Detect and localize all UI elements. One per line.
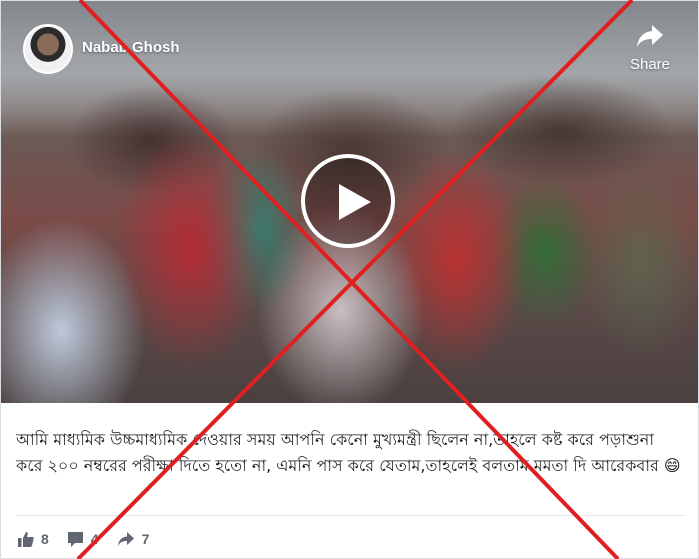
author-name[interactable]: Nabab Ghosh	[82, 39, 180, 56]
play-button[interactable]	[301, 154, 395, 248]
avatar[interactable]	[23, 24, 73, 74]
post-caption: আমি মাধ্যমিক উচ্চমাধ্যমিক দেওয়ার সময় আ…	[16, 430, 681, 475]
share-arrow-icon	[637, 25, 663, 47]
like-count-value: 8	[41, 531, 49, 547]
comment-icon	[67, 532, 83, 547]
share-count[interactable]: 7	[117, 531, 150, 547]
comment-count-value: 4	[90, 531, 99, 547]
comment-count[interactable]: 4	[67, 531, 99, 547]
share-label: Share	[629, 56, 671, 73]
like-count[interactable]: 8	[18, 531, 49, 547]
share-arrow-icon	[117, 532, 134, 546]
share-count-value: 7	[141, 531, 150, 547]
engagement-bar: 8 4 7	[18, 529, 167, 549]
divider	[16, 515, 684, 516]
video-thumbnail[interactable]: Nabab Ghosh Share	[1, 1, 698, 403]
facebook-video-post: Nabab Ghosh Share আমি মাধ্যমিক উচ্চমাধ্য…	[0, 0, 699, 559]
thumbs-up-icon	[18, 532, 34, 547]
play-icon	[339, 184, 371, 220]
share-button[interactable]: Share	[623, 23, 677, 73]
video-top-shade	[1, 1, 698, 111]
